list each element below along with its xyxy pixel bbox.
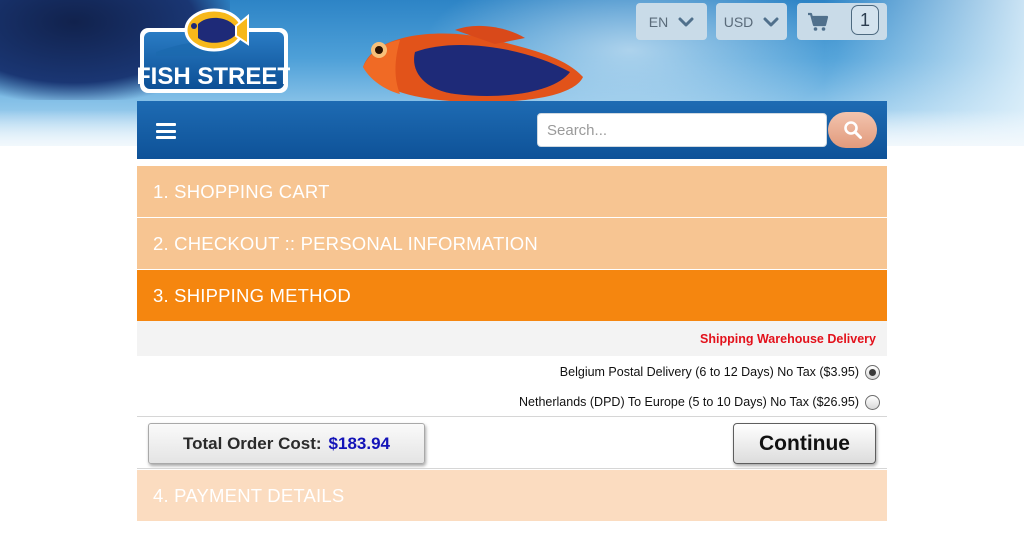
logo-text: FISH STREET (138, 63, 290, 90)
cart-button[interactable]: 1 (797, 3, 887, 40)
step-shopping-cart[interactable]: 1. SHOPPING CART (137, 166, 887, 217)
continue-button[interactable]: Continue (733, 423, 876, 464)
hamburger-menu-icon[interactable] (156, 123, 176, 139)
search-input[interactable] (537, 113, 827, 147)
fish-street-logo[interactable]: FISH STREET (138, 6, 290, 96)
warehouse-label: Shipping Warehouse Delivery (700, 331, 876, 346)
order-total-box: Total Order Cost: $183.94 (148, 423, 425, 464)
fish-illustration (363, 25, 583, 102)
step-personal-information[interactable]: 2. CHECKOUT :: PERSONAL INFORMATION (137, 218, 887, 269)
cart-count-badge: 1 (851, 5, 879, 35)
shipping-option-netherlands[interactable]: Netherlands (DPD) To Europe (5 to 10 Day… (137, 389, 887, 415)
step-label: 4. PAYMENT DETAILS (153, 484, 345, 506)
total-amount: $183.94 (328, 433, 390, 453)
main-navbar (137, 101, 887, 159)
shipping-option-label: Netherlands (DPD) To Europe (5 to 10 Day… (519, 395, 859, 409)
currency-selector[interactable]: USD (716, 3, 787, 40)
currency-value: USD (723, 13, 754, 30)
magnifier-icon (843, 121, 862, 139)
shipping-option-label: Belgium Postal Delivery (6 to 12 Days) N… (559, 365, 859, 379)
step-label: 1. SHOPPING CART (153, 180, 330, 202)
step-payment-details[interactable]: 4. PAYMENT DETAILS (137, 470, 887, 521)
step-label: 3. SHIPPING METHOD (153, 284, 351, 306)
step-shipping-method[interactable]: 3. SHIPPING METHOD (137, 270, 887, 321)
shipping-option-belgium[interactable]: Belgium Postal Delivery (6 to 12 Days) N… (137, 359, 887, 385)
language-value: EN (648, 13, 669, 30)
shopping-cart-icon (808, 12, 829, 31)
search-button[interactable] (828, 112, 877, 148)
chevron-down-icon (763, 17, 779, 26)
divider (137, 468, 887, 469)
chevron-down-icon (678, 17, 694, 26)
step-label: 2. CHECKOUT :: PERSONAL INFORMATION (153, 232, 538, 254)
total-label: Total Order Cost: (183, 433, 322, 453)
shipping-option-radio[interactable] (865, 364, 880, 380)
divider (137, 416, 887, 417)
language-selector[interactable]: EN (636, 3, 707, 40)
shipping-option-radio[interactable] (865, 394, 880, 410)
shipping-warehouse-header: Shipping Warehouse Delivery (137, 321, 887, 356)
